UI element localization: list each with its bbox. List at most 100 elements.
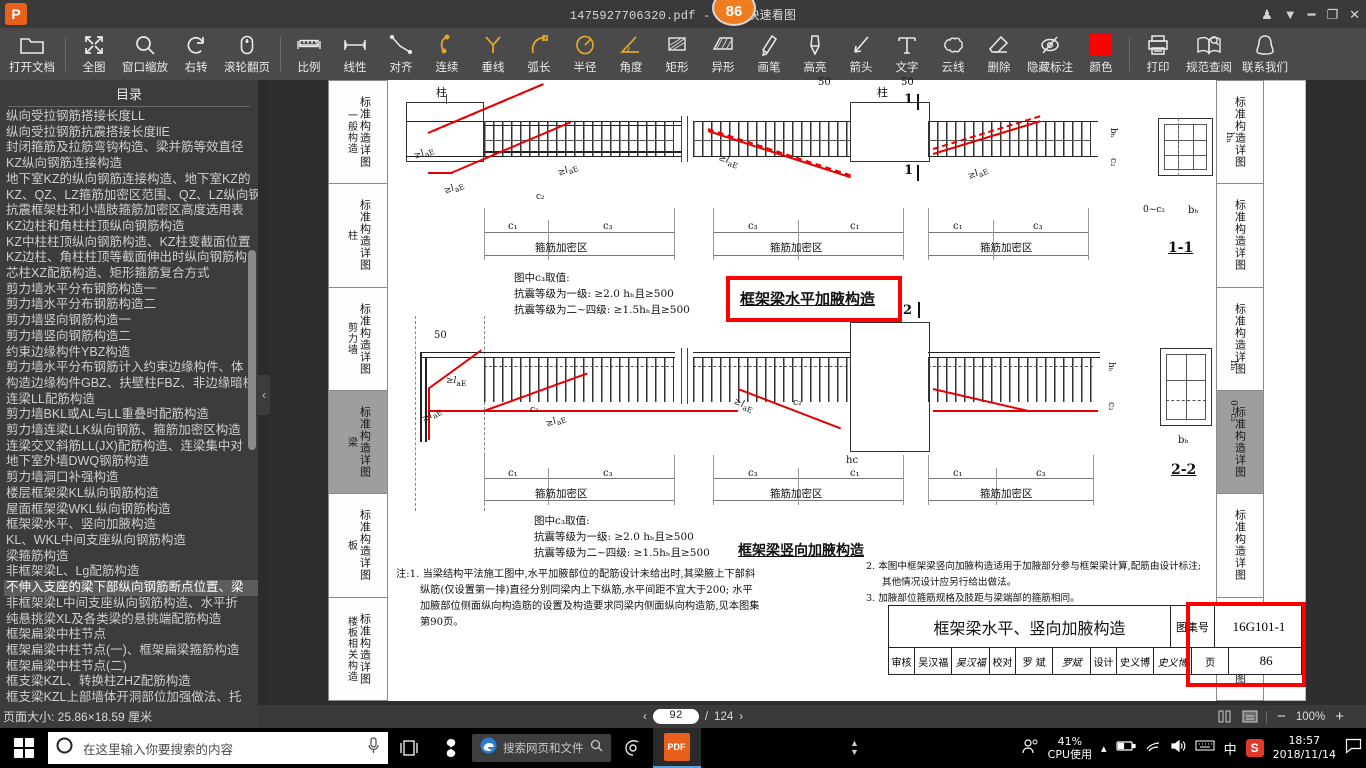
toc-item[interactable]: 连梁LL配筋构造 — [4, 392, 258, 408]
arc-length-button[interactable]: 弧长 — [516, 29, 562, 79]
search-icon[interactable] — [590, 739, 603, 757]
toc-item[interactable]: 不伸入支座的梁下部纵向钢筋断点位置、梁 — [4, 580, 258, 596]
minimize-button[interactable]: ━ — [1308, 8, 1316, 21]
toc-item[interactable]: 纵向受拉钢筋搭接长度LL — [4, 109, 258, 125]
cortana-icon[interactable] — [430, 728, 472, 768]
taskbar-scroll-arrows[interactable]: ▲ ▼ — [850, 739, 859, 757]
toc-item[interactable]: 剪力墙竖向钢筋构造二 — [4, 329, 258, 345]
prev-page-button[interactable]: ‹ — [643, 711, 647, 723]
current-page-input[interactable]: 92 — [652, 709, 699, 724]
toc-item[interactable]: 框架梁水平、竖向加腋构造 — [4, 517, 258, 533]
align-button[interactable]: 对齐 — [378, 29, 424, 79]
text-button[interactable]: 文字 — [884, 29, 930, 79]
index-tab[interactable]: 梁标准构造详图 — [328, 390, 388, 495]
index-tab[interactable]: 楼板相关构造 标准构造详图 — [328, 597, 388, 701]
toc-item[interactable]: KL、WKL中间支座纵向钢筋构造 — [4, 533, 258, 549]
zoom-controls[interactable]: − 100% + — [1218, 708, 1344, 725]
toc-item[interactable]: 剪力墙竖向钢筋构造一 — [4, 313, 258, 329]
taskbar-clock[interactable]: 18:57 2018/11/14 — [1273, 734, 1336, 762]
toc-item[interactable]: 剪力墙洞口补强构造 — [4, 470, 258, 486]
toc-item[interactable]: 纵向受拉钢筋抗震搭接长度llE — [4, 125, 258, 141]
scroll-page-button[interactable]: 滚轮翻页 — [219, 29, 275, 79]
color-button[interactable]: 颜色 — [1078, 29, 1124, 79]
index-tab[interactable]: 一般构造 标准构造详图 — [328, 80, 388, 185]
toc-item[interactable]: 屋面框架梁WKL纵向钢筋构造 — [4, 502, 258, 518]
scale-button[interactable]: 比例 — [286, 29, 332, 79]
hide-annotation-button[interactable]: 隐藏标注 — [1022, 29, 1078, 79]
taskbar-search-input[interactable]: 在这里输入你要搜索的内容 — [48, 732, 388, 764]
index-tab[interactable]: 标准构造详图 — [1216, 390, 1264, 495]
window-zoom-button[interactable]: 窗口缩放 — [117, 29, 173, 79]
toc-item[interactable]: 构造边缘构件GBZ、扶壁柱FBZ、非边缘暗柱 — [4, 376, 258, 392]
toc-item[interactable]: 连梁交叉斜筋LL(JX)配筋构造、连梁集中对 — [4, 439, 258, 455]
toc-item[interactable]: 剪力墙连梁LLK纵向钢筋、箍筋加密区构造 — [4, 423, 258, 439]
left-index-tabs[interactable]: 一般构造 标准构造详图柱标准构造详图 剪力墙 标准构造详图梁标准构造详图板标准构造详图… — [328, 80, 388, 701]
zoom-out-button[interactable]: − — [1277, 708, 1286, 725]
cloud-line-button[interactable]: 云线 — [930, 29, 976, 79]
index-tab[interactable]: 柱标准构造详图 — [328, 184, 388, 288]
toc-item[interactable]: 剪力墙水平分布钢筋计入约束边缘构件、体 — [4, 360, 258, 376]
index-tab[interactable]: 剪力墙 标准构造详图 — [328, 287, 388, 391]
index-tab[interactable]: 标准构造详图 — [1216, 494, 1264, 598]
toc-item[interactable]: 地下室外墙DWQ钢筋构造 — [4, 454, 258, 470]
toc-item[interactable]: 纯悬挑梁XL及各类梁的悬挑端配筋构造 — [4, 612, 258, 628]
menu-chevron-icon[interactable]: ▼ — [1284, 8, 1297, 21]
maximize-button[interactable]: ❐ — [1326, 8, 1338, 21]
radius-button[interactable]: 半径 — [562, 29, 608, 79]
toc-item[interactable]: 框架扁梁中柱节点 — [4, 627, 258, 643]
polygon-button[interactable]: 异形 — [700, 29, 746, 79]
toc-item[interactable]: 框支梁KZL上部墙体开洞部位加强做法、托 — [4, 690, 258, 705]
ime-indicator[interactable]: 中 — [1224, 739, 1237, 758]
close-button[interactable]: ✕ — [1349, 8, 1360, 21]
toc-item[interactable]: 约束边缘构件YBZ构造 — [4, 345, 258, 361]
toc-list[interactable]: 纵向受拉钢筋搭接长度LL 纵向受拉钢筋抗震搭接长度llE 封闭箍筋及拉筋弯钩构造、梁… — [0, 107, 258, 705]
toc-item[interactable]: 芯柱XZ配筋构造、矩形箍筋复合方式 — [4, 266, 258, 282]
pdf-taskbar-icon[interactable]: PDF — [652, 728, 701, 768]
linear-measure-button[interactable]: 线性 — [332, 29, 378, 79]
index-tab[interactable]: 板标准构造详图 — [328, 494, 388, 598]
battery-icon[interactable] — [1115, 739, 1136, 757]
toc-scrollbar[interactable] — [248, 250, 256, 450]
wifi-icon[interactable] — [1145, 739, 1161, 757]
toc-item[interactable]: KZ边柱、角柱柱顶等截面伸出时纵向钢筋构 — [4, 250, 258, 266]
perpendicular-button[interactable]: 垂线 — [470, 29, 516, 79]
open-document-button[interactable]: 打开文档 — [4, 29, 60, 79]
toc-item[interactable]: 抗震框架柱和小墙肢箍筋加密区高度选用表 — [4, 203, 258, 219]
sogou-input-icon[interactable]: S — [1245, 739, 1264, 757]
toc-item[interactable]: KZ纵向钢筋连接构造 — [4, 156, 258, 172]
volume-icon[interactable] — [1170, 739, 1186, 758]
toc-item[interactable]: 剪力墙BKL或AL与LL重叠时配筋构造 — [4, 407, 258, 423]
keyboard-icon[interactable] — [1195, 739, 1215, 757]
toc-item[interactable]: 框架扁梁中柱节点(二) — [4, 659, 258, 675]
toc-item[interactable]: 框支梁KZL、转换柱ZHZ配筋构造 — [4, 674, 258, 690]
toc-item[interactable]: 剪力墙水平分布钢筋构造一 — [4, 282, 258, 298]
toc-item[interactable]: 地下室KZ的纵向钢筋连接构造、地下室KZ的 — [4, 172, 258, 188]
zoom-in-button[interactable]: + — [1335, 708, 1344, 725]
toc-item[interactable]: 楼层框架梁KL纵向钢筋构造 — [4, 486, 258, 502]
toc-item[interactable]: 非框架梁L中间支座纵向钢筋构造、水平折 — [4, 596, 258, 612]
toc-item[interactable]: 非框架梁L、Lg配筋构造 — [4, 564, 258, 580]
toc-item[interactable]: KZ中柱柱顶纵向钢筋构造、KZ柱变截面位置 — [4, 235, 258, 251]
account-icon[interactable]: ♟ — [1261, 8, 1273, 21]
task-view-icon[interactable] — [388, 728, 430, 768]
delete-button[interactable]: 删除 — [976, 29, 1022, 79]
single-page-view-icon[interactable] — [1242, 710, 1258, 723]
print-button[interactable]: 打印 — [1135, 29, 1181, 79]
annotation-red-box-page-number[interactable] — [1186, 602, 1306, 687]
show-hidden-icons-icon[interactable]: ▴ — [1101, 742, 1107, 755]
page-navigation[interactable]: ‹ 92 / 124 › — [643, 709, 743, 724]
toc-item[interactable]: 封闭箍筋及拉筋弯钩构造、梁并筋等效直径 — [4, 140, 258, 156]
toc-item[interactable]: KZ、QZ、LZ箍筋加密区范围、QZ、LZ纵向钢 — [4, 188, 258, 204]
edge-search-box[interactable]: 搜索网页和文件 — [472, 734, 611, 762]
thumbnail-view-icon[interactable] — [1218, 710, 1232, 723]
rotate-right-button[interactable]: 右转 — [173, 29, 219, 79]
arrow-button[interactable]: 箭头 — [838, 29, 884, 79]
cpu-usage-indicator[interactable]: 41% CPU使用 — [1048, 735, 1092, 761]
document-viewer[interactable]: 一般构造 标准构造详图柱标准构造详图 剪力墙 标准构造详图梁标准构造详图板标准构造详图… — [270, 77, 1366, 705]
next-page-button[interactable]: › — [739, 711, 743, 723]
continuous-button[interactable]: 连续 — [424, 29, 470, 79]
people-icon[interactable] — [1021, 737, 1039, 760]
microphone-icon[interactable] — [367, 737, 380, 759]
toc-item[interactable]: 梁箍筋构造 — [4, 549, 258, 565]
fit-page-button[interactable]: 全图 — [71, 29, 117, 79]
